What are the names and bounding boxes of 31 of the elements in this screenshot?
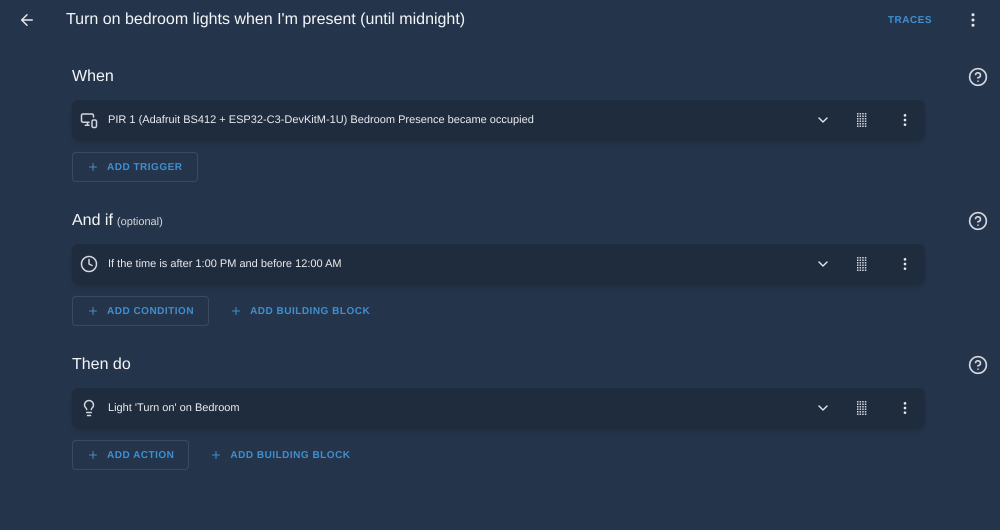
drag-handle-icon[interactable] bbox=[857, 113, 867, 127]
row-text: Light 'Turn on' on Bedroom bbox=[108, 400, 240, 416]
row-text: If the time is after 1:00 PM and before 12:00 AM bbox=[108, 256, 342, 272]
plus-icon bbox=[230, 305, 242, 317]
back-icon[interactable] bbox=[18, 11, 36, 29]
drag-handle-icon[interactable] bbox=[857, 257, 867, 271]
help-icon[interactable] bbox=[968, 211, 988, 231]
text-button[interactable]: ADD BUILDING BLOCK bbox=[195, 440, 366, 470]
automation-row[interactable]: PIR 1 (Adafruit BS412 + ESP32-C3-DevKitM-1U) Bedroom Presence became occupied bbox=[72, 100, 925, 140]
help-icon[interactable] bbox=[968, 67, 988, 87]
plus-icon bbox=[87, 161, 99, 173]
clock-icon bbox=[80, 255, 98, 273]
drag-handle-icon[interactable] bbox=[857, 401, 867, 415]
text-button[interactable]: ADD BUILDING BLOCK bbox=[215, 296, 386, 326]
help-icon[interactable] bbox=[968, 355, 988, 375]
add-button[interactable]: ADD TRIGGER bbox=[72, 152, 198, 182]
plus-icon bbox=[87, 449, 99, 461]
traces-button[interactable]: TRACES bbox=[880, 8, 940, 32]
section-title: Then do bbox=[72, 355, 131, 375]
section-subtitle: (optional) bbox=[116, 215, 163, 230]
row-text: PIR 1 (Adafruit BS412 + ESP32-C3-DevKitM-1U) Bedroom Presence became occupied bbox=[108, 112, 534, 128]
automation-row[interactable]: If the time is after 1:00 PM and before 12:00 AM bbox=[72, 244, 925, 284]
plus-icon bbox=[210, 449, 222, 461]
add-button[interactable]: ADD CONDITION bbox=[72, 296, 210, 326]
automation-row[interactable]: Light 'Turn on' on Bedroom bbox=[72, 388, 925, 428]
add-button[interactable]: ADD ACTION bbox=[72, 440, 190, 470]
section-title: And if bbox=[72, 211, 113, 231]
page-title: Turn on bedroom lights when I'm present (until midnight) bbox=[66, 10, 466, 30]
plus-icon bbox=[87, 305, 99, 317]
devices-icon bbox=[80, 111, 98, 129]
section-title: When bbox=[72, 67, 114, 87]
